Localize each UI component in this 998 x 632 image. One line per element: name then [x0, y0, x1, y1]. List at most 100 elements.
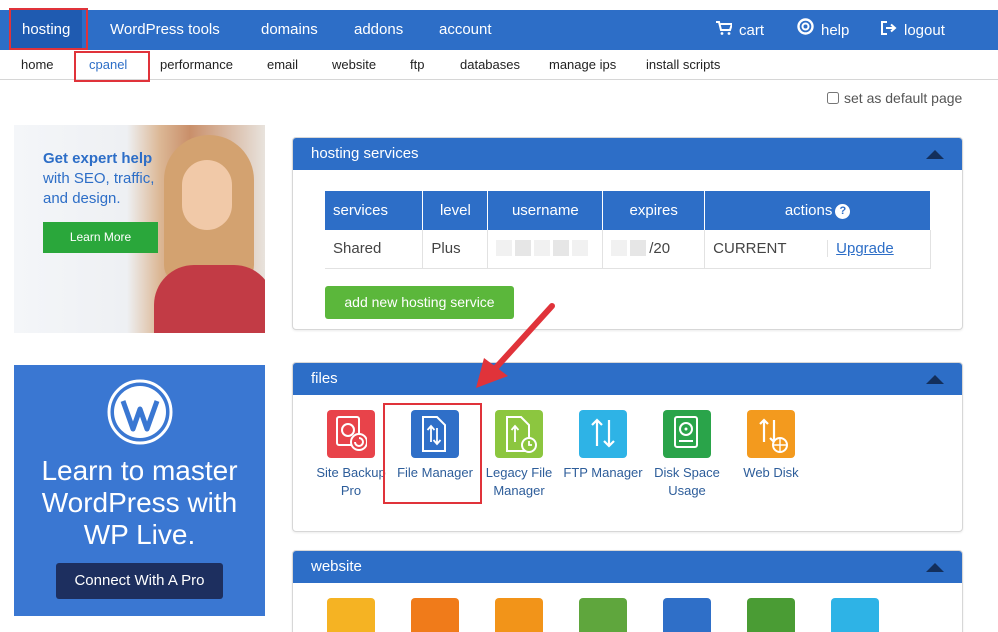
col-expires: expires	[602, 191, 706, 230]
subnav-databases[interactable]: databases	[460, 50, 520, 79]
expires-suffix: /20	[649, 240, 671, 258]
ftp-manager-tile[interactable]: FTP Manager	[563, 410, 643, 482]
subnav-performance[interactable]: performance	[160, 50, 233, 79]
subnav-website[interactable]: website	[332, 50, 376, 79]
nav-wordpress-tools-label: WordPress tools	[110, 21, 220, 38]
cart-icon	[716, 10, 734, 50]
col-username: username	[487, 191, 604, 230]
nav-addons-label: addons	[354, 21, 404, 38]
nav-help[interactable]: help	[797, 10, 849, 50]
disk-space-usage-tile[interactable]: Disk Space Usage	[647, 410, 727, 500]
ad1-headline: Get expert help with SEO, traffic, and d…	[43, 149, 173, 209]
nav-logout-label: logout	[904, 22, 945, 39]
website-tile-4[interactable]	[563, 598, 643, 632]
website-title: website	[311, 558, 362, 575]
wp-live-ad[interactable]: Learn to master WordPress with WP Live. …	[14, 365, 265, 616]
legacy-file-manager-tile[interactable]: Legacy File Manager	[479, 410, 559, 500]
nav-hosting-label: hosting	[22, 21, 71, 38]
files-title: files	[311, 370, 338, 387]
table-row: Shared Plus /20 CURRENT Upgrade	[325, 230, 931, 269]
hosting-services-panel: hosting services services level username…	[292, 137, 963, 330]
redacted-block	[553, 240, 570, 257]
nav-logout[interactable]: logout	[881, 10, 945, 50]
nav-addons[interactable]: addons	[354, 10, 403, 50]
subnav-ftp[interactable]: ftp	[410, 50, 424, 79]
cell-level: Plus	[422, 230, 489, 269]
nav-hosting[interactable]: hosting	[10, 10, 83, 50]
col-services: services	[325, 191, 424, 230]
file-manager-tile[interactable]: File Manager	[395, 410, 475, 482]
hosting-services-title: hosting services	[311, 145, 419, 162]
website-tile-1[interactable]	[311, 598, 391, 632]
logout-icon	[881, 10, 897, 50]
tile-label: File Manager	[397, 465, 473, 480]
subnav-cpanel[interactable]: cpanel	[89, 50, 127, 79]
subnav-install-scripts[interactable]: install scripts	[646, 50, 720, 79]
legacy-file-manager-icon	[495, 410, 543, 458]
tile-label: FTP Manager	[563, 465, 643, 480]
hosting-services-table: services level username expires actions?…	[325, 191, 931, 269]
globe-icon	[831, 598, 879, 632]
wordpress-logo-icon	[107, 379, 173, 445]
files-panel: files Site Backup Pro File Manager Legacy…	[292, 362, 963, 532]
website-tile-7[interactable]	[815, 598, 895, 632]
nav-cart[interactable]: cart	[716, 10, 764, 50]
nav-account[interactable]: account	[439, 10, 492, 50]
sub-nav: home cpanel performance email website ft…	[0, 50, 998, 80]
website-tile-3[interactable]	[479, 598, 559, 632]
ad2-headline: Learn to master WordPress with WP Live.	[14, 455, 265, 551]
website-header[interactable]: website	[293, 551, 962, 583]
ad1-line3: and design.	[43, 190, 121, 207]
cell-username	[487, 230, 604, 269]
status-text: CURRENT	[713, 240, 787, 258]
nav-cart-label: cart	[739, 22, 765, 39]
collapse-caret-icon[interactable]	[926, 375, 944, 384]
learn-more-button[interactable]: Learn More	[43, 222, 158, 253]
collapse-caret-icon[interactable]	[926, 150, 944, 159]
subnav-manage-ips[interactable]: manage ips	[549, 50, 616, 79]
nav-wordpress-tools[interactable]: WordPress tools	[110, 10, 220, 50]
help-icon	[797, 10, 814, 50]
connect-with-pro-button[interactable]: Connect With A Pro	[56, 563, 223, 599]
tile-label: Site Backup	[316, 465, 386, 480]
upgrade-link[interactable]: Upgrade	[836, 240, 894, 257]
subnav-home[interactable]: home	[21, 50, 54, 79]
files-header[interactable]: files	[293, 363, 962, 395]
default-page-label: set as default page	[844, 90, 963, 106]
ad-photo-body	[154, 265, 265, 333]
redacted-block	[496, 240, 513, 257]
website-tile-6[interactable]	[731, 598, 811, 632]
download-icon	[579, 598, 627, 632]
question-icon[interactable]: ?	[835, 204, 851, 219]
file-manager-icon	[411, 410, 459, 458]
subnav-email[interactable]: email	[267, 50, 298, 79]
ftp-icon	[579, 410, 627, 458]
hosting-services-header[interactable]: hosting services	[293, 138, 962, 170]
website-tile-2[interactable]	[395, 598, 475, 632]
default-page-option[interactable]: set as default page	[827, 90, 962, 106]
collapse-caret-icon[interactable]	[926, 563, 944, 572]
security-icon	[663, 598, 711, 632]
sitebuilder-icon	[327, 598, 375, 632]
ad1-line1: Get expert help	[43, 150, 153, 167]
nav-domains[interactable]: domains	[261, 10, 318, 50]
nav-account-label: account	[439, 21, 492, 38]
wordpress-backup-icon	[747, 598, 795, 632]
redacted-block	[630, 240, 647, 257]
col-actions: actions?	[704, 191, 931, 230]
expert-help-ad[interactable]: Get expert help with SEO, traffic, and d…	[14, 125, 265, 333]
tile-label: Disk Space	[654, 465, 720, 480]
nav-domains-label: domains	[261, 21, 318, 38]
wordpress-install-icon	[411, 598, 459, 632]
default-page-checkbox[interactable]	[827, 92, 839, 104]
web-disk-tile[interactable]: Web Disk	[731, 410, 811, 482]
wordpress-icon	[495, 598, 543, 632]
tile-label: Web Disk	[743, 465, 799, 480]
site-backup-pro-tile[interactable]: Site Backup Pro	[311, 410, 391, 500]
backup-icon	[327, 410, 375, 458]
actions-divider: Upgrade	[827, 240, 894, 258]
top-nav: hosting WordPress tools domains addons a…	[0, 10, 998, 50]
nav-help-label: help	[821, 22, 850, 39]
cell-actions: CURRENT Upgrade	[704, 230, 931, 269]
website-tile-5[interactable]	[647, 598, 727, 632]
